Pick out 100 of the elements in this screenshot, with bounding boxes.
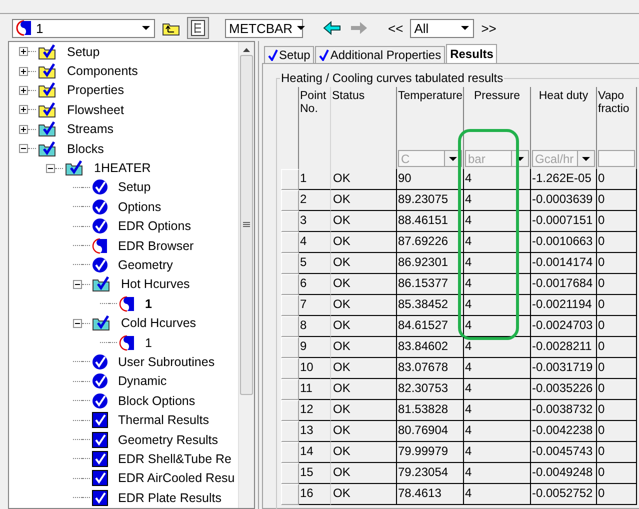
expander-icon[interactable] xyxy=(19,47,28,56)
expander-icon[interactable] xyxy=(73,280,82,289)
scroll-up-icon xyxy=(243,48,250,52)
tree-item[interactable]: 1 xyxy=(145,336,152,350)
check-square-icon xyxy=(92,432,108,448)
row-header[interactable] xyxy=(281,274,299,295)
folder-check-icon xyxy=(38,44,57,60)
row-header[interactable] xyxy=(281,253,299,274)
tree-item[interactable]: Properties xyxy=(67,83,124,98)
tree-item[interactable]: Block Options xyxy=(118,394,196,408)
row-header[interactable] xyxy=(281,463,299,484)
check-circle-icon xyxy=(92,198,108,215)
table-cell: OK xyxy=(331,190,397,211)
expander-icon[interactable] xyxy=(19,105,28,114)
check-circle-icon xyxy=(92,256,108,273)
tree-item[interactable]: 1 xyxy=(145,296,152,311)
tree-item[interactable]: Thermal Results xyxy=(118,413,209,428)
table-cell: 0 xyxy=(597,379,637,400)
tree-view-button[interactable] xyxy=(187,17,209,39)
filter-select[interactable]: All xyxy=(410,18,474,38)
tree-item[interactable]: Geometry xyxy=(118,258,173,272)
row-header[interactable] xyxy=(281,337,299,358)
tree-item[interactable]: EDR Plate Results xyxy=(118,490,222,505)
table-cell: 80.76904 xyxy=(397,421,464,442)
table-cell: 0 xyxy=(597,232,637,253)
table-cell: -0.0031719 xyxy=(531,358,597,379)
table-cell: -0.0028211 xyxy=(531,337,597,358)
table-cell: 0 xyxy=(597,295,637,316)
tree-item[interactable]: Hot Hcurves xyxy=(121,277,190,292)
table-cell: 4 xyxy=(464,190,531,211)
tree-item[interactable]: Geometry Results xyxy=(118,432,218,446)
expander-icon[interactable] xyxy=(73,318,82,328)
expander-icon[interactable] xyxy=(19,144,28,154)
table-cell: OK xyxy=(331,379,397,400)
row-header[interactable] xyxy=(281,295,299,316)
previous-button[interactable]: << xyxy=(386,20,406,36)
tree-item[interactable]: Setup xyxy=(118,180,151,194)
tree-item[interactable]: 1HEATER xyxy=(94,161,151,176)
unit-field[interactable] xyxy=(598,150,635,167)
row-header[interactable] xyxy=(281,442,299,463)
row-header[interactable] xyxy=(281,400,299,421)
tree-item[interactable]: User Subroutines xyxy=(118,354,215,369)
table-cell: 0 xyxy=(597,463,637,484)
row-header[interactable] xyxy=(281,421,299,442)
table-cell: -0.0007151 xyxy=(531,211,597,232)
tab[interactable]: Setup xyxy=(264,46,314,63)
half-circle-icon xyxy=(16,20,32,36)
folder-check-icon xyxy=(38,63,57,80)
table-cell: 4 xyxy=(464,337,531,358)
folder-check-icon xyxy=(38,102,57,118)
table-cell: 4 xyxy=(464,358,531,379)
scrollbar[interactable] xyxy=(238,42,254,508)
table-cell: -0.0017684 xyxy=(531,274,597,295)
table-cell: 4 xyxy=(464,274,531,295)
row-header[interactable] xyxy=(281,190,299,211)
table-cell: OK xyxy=(331,316,397,337)
table-cell: -0.0045743 xyxy=(531,442,597,463)
tree-item[interactable]: Blocks xyxy=(67,142,104,156)
tree-item[interactable]: Flowsheet xyxy=(67,102,124,117)
tree-item[interactable]: Dynamic xyxy=(118,374,167,388)
table-cell: OK xyxy=(331,421,397,442)
row-header[interactable] xyxy=(281,169,299,190)
tab[interactable]: Additional Properties xyxy=(315,46,446,63)
units-select[interactable]: METCBAR xyxy=(225,18,303,38)
tree-item[interactable]: Streams xyxy=(67,122,114,136)
table-cell: 4 xyxy=(464,421,531,442)
row-header[interactable] xyxy=(281,232,299,253)
table-cell: -0.0024703 xyxy=(531,316,597,337)
check-square-icon xyxy=(92,450,108,467)
next-button[interactable]: >> xyxy=(479,20,498,36)
tree-item[interactable]: EDR Shell&Tube Re xyxy=(118,452,232,466)
half-circle-icon xyxy=(119,334,135,351)
table-cell: -0.0021194 xyxy=(531,295,597,316)
row-header[interactable] xyxy=(281,316,299,337)
table-cell: -0.0035226 xyxy=(531,379,597,400)
block-select[interactable]: 1 xyxy=(12,18,155,38)
table-cell: OK xyxy=(331,169,397,190)
tree-item[interactable]: EDR Options xyxy=(118,219,191,234)
row-header[interactable] xyxy=(281,358,299,379)
tree-item[interactable]: Setup xyxy=(67,44,100,59)
tree-item[interactable]: EDR AirCooled Resu xyxy=(118,471,235,486)
expander-icon[interactable] xyxy=(46,164,55,173)
tree-item[interactable]: EDR Browser xyxy=(118,238,194,253)
expander-icon[interactable] xyxy=(19,86,28,95)
row-header[interactable] xyxy=(281,379,299,400)
expander-icon[interactable] xyxy=(19,66,28,76)
table-cell: 14 xyxy=(299,442,331,463)
row-header[interactable] xyxy=(281,484,299,505)
expander-icon[interactable] xyxy=(19,124,28,134)
tree-item[interactable]: Cold Hcurves xyxy=(121,316,196,330)
tab[interactable]: Results xyxy=(446,44,498,63)
check-circle-icon xyxy=(92,392,108,409)
folder-check-icon xyxy=(65,160,84,176)
tree-item[interactable]: Options xyxy=(118,200,162,214)
table-cell: 0 xyxy=(597,442,637,463)
caret-icon xyxy=(296,26,305,30)
table-cell: 11 xyxy=(299,379,331,400)
caret-icon xyxy=(142,26,150,30)
row-header[interactable] xyxy=(281,211,299,232)
tree-item[interactable]: Components xyxy=(67,64,138,78)
